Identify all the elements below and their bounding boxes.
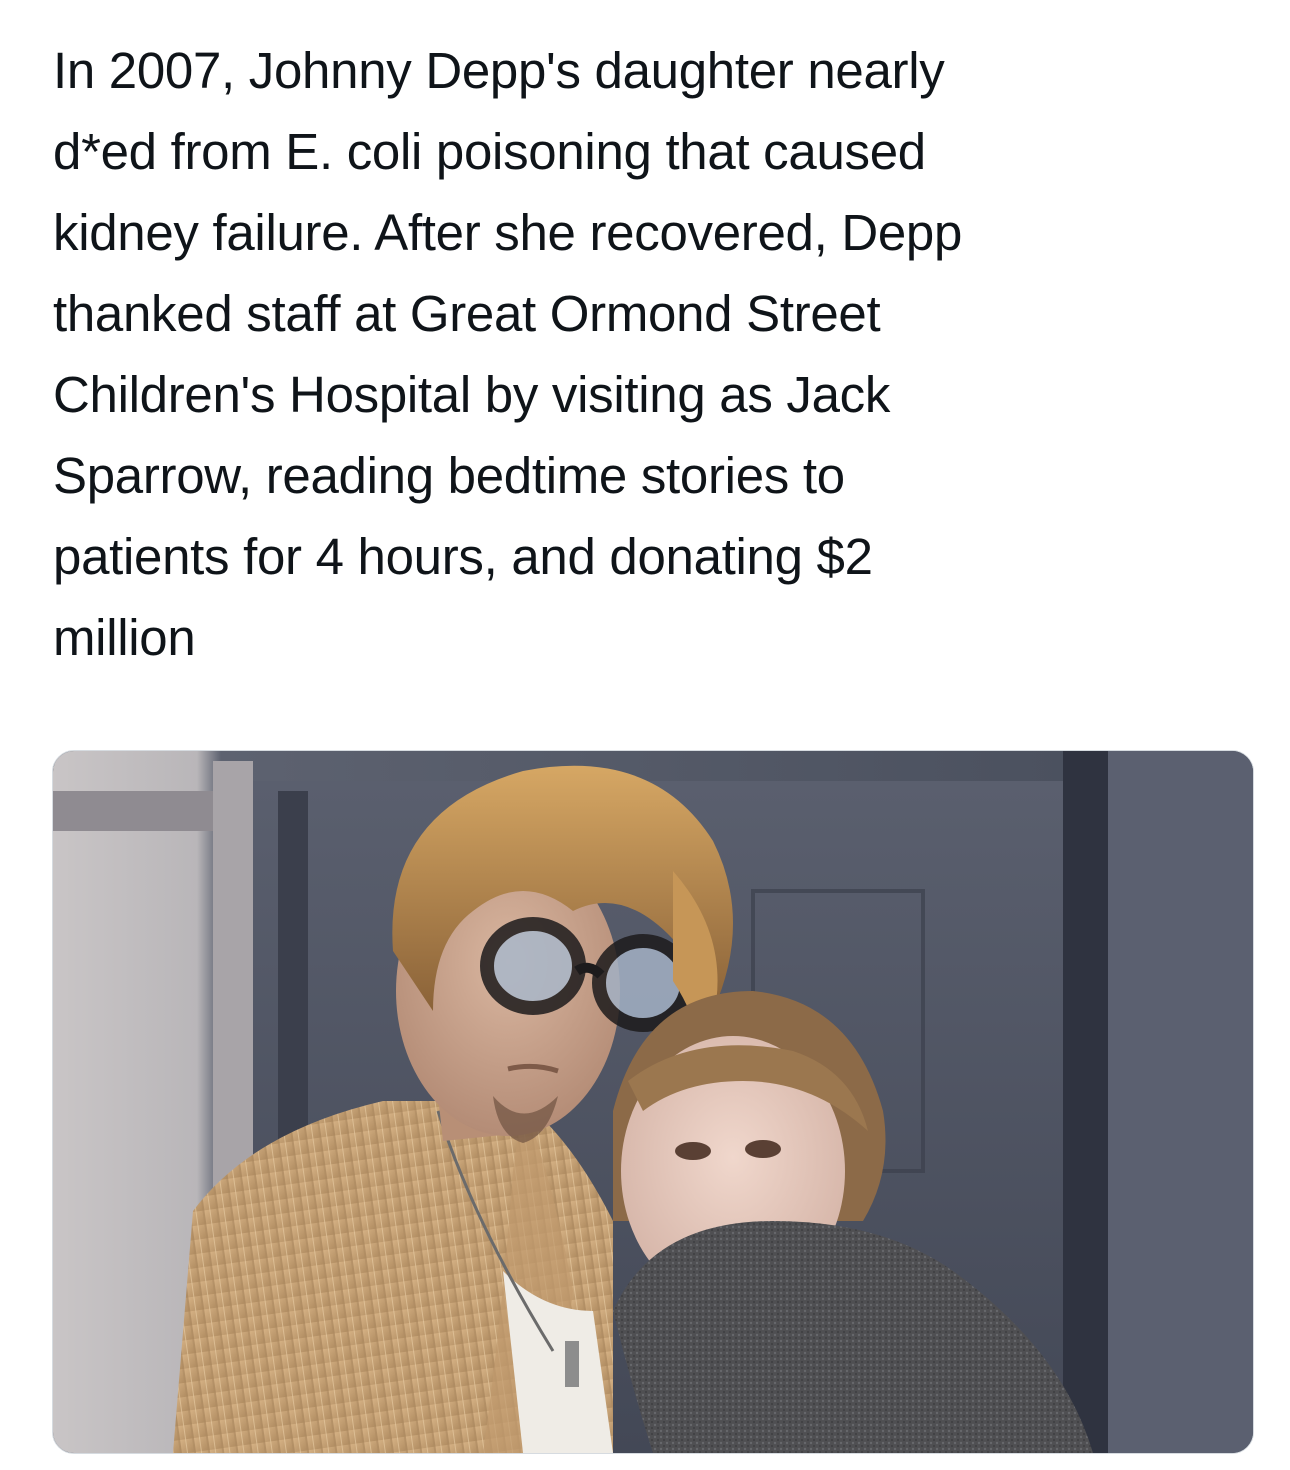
photo-illustration [53,751,1253,1453]
post-card: In 2007, Johnny Depp's daughter nearly d… [0,0,1290,1470]
post-photo[interactable] [52,750,1254,1454]
post-text: In 2007, Johnny Depp's daughter nearly d… [53,42,963,666]
